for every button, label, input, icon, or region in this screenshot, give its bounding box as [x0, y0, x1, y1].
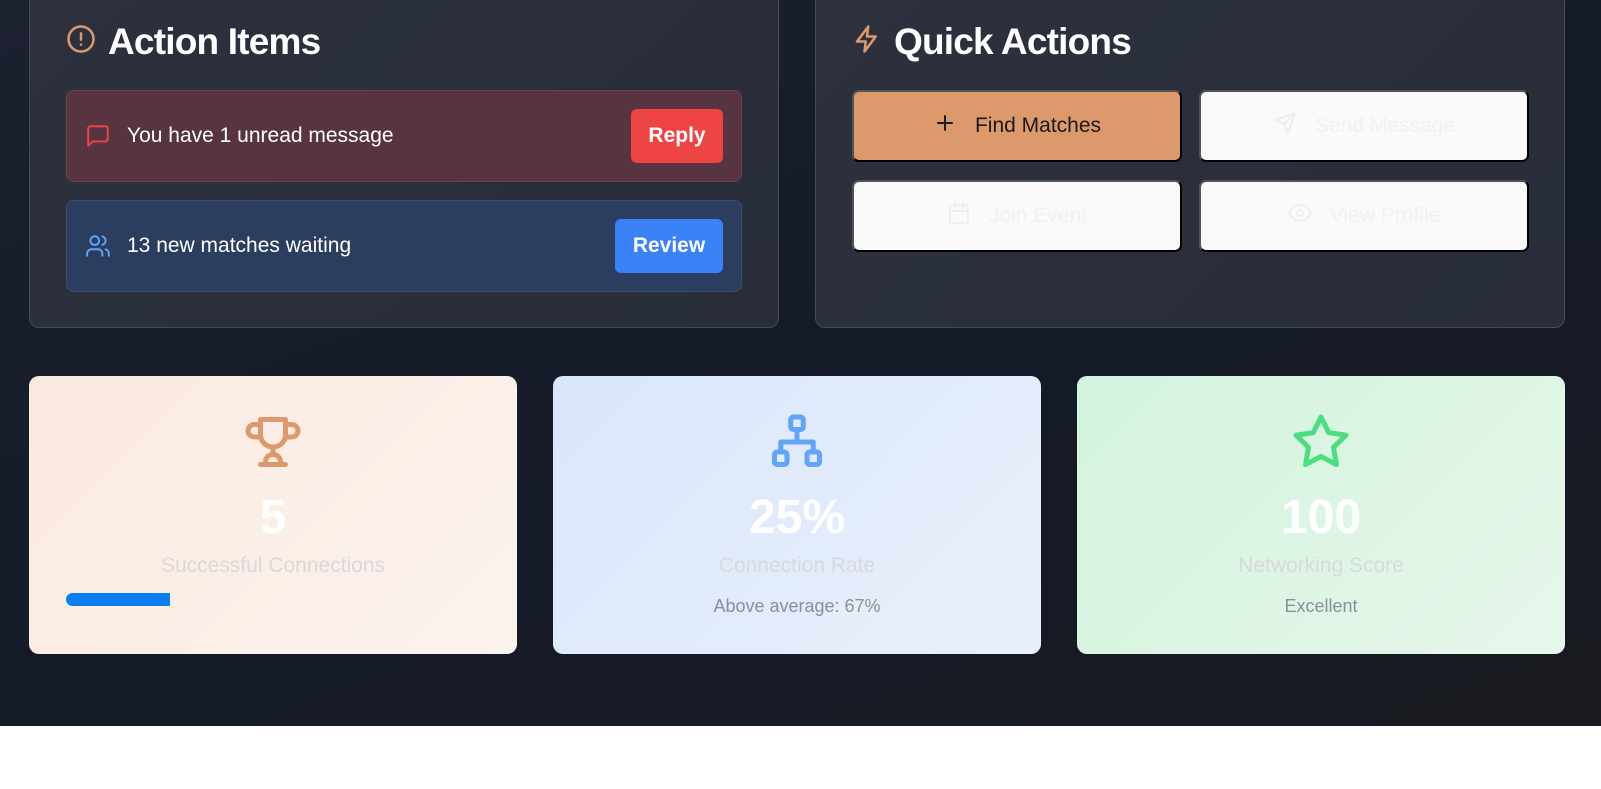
progress-fill	[66, 593, 170, 606]
stat-label: Networking Score	[1238, 554, 1404, 577]
reply-button[interactable]: Reply	[631, 109, 723, 163]
stat-label: Successful Connections	[160, 554, 386, 577]
alert-text: You have 1 unread message	[127, 124, 394, 147]
eye-icon	[1287, 201, 1312, 231]
view-profile-label: View Profile	[1329, 204, 1441, 227]
send-message-label: Send Message	[1314, 114, 1456, 137]
action-items-title-text: Action Items	[108, 21, 321, 62]
alert-circle-icon	[66, 21, 96, 63]
send-icon	[1273, 111, 1297, 141]
dashboard-background: Action Items You have 1 unread message R…	[0, 0, 1601, 726]
find-matches-button[interactable]: Find Matches	[852, 90, 1182, 162]
networking-score-card: 100 Networking Score Excellent	[1077, 376, 1565, 654]
message-icon	[85, 123, 111, 149]
plus-icon	[933, 111, 957, 141]
connections-progress-bar	[66, 593, 480, 606]
alert-text: 13 new matches waiting	[127, 234, 352, 257]
unread-message-alert: You have 1 unread message Reply	[66, 90, 742, 182]
calendar-icon	[947, 201, 971, 231]
trophy-icon	[29, 412, 517, 472]
quick-actions-title-text: Quick Actions	[894, 21, 1132, 62]
stat-subtext: Excellent	[1284, 596, 1358, 616]
review-button[interactable]: Review	[615, 219, 723, 273]
action-items-panel: Action Items You have 1 unread message R…	[29, 0, 779, 328]
quick-actions-panel: Quick Actions Find Matches Send Message	[815, 0, 1565, 328]
quick-actions-title: Quick Actions	[852, 21, 1132, 63]
stat-value: 100	[1280, 491, 1362, 544]
action-items-title: Action Items	[66, 21, 321, 63]
star-icon	[1077, 412, 1565, 472]
new-matches-alert: 13 new matches waiting Review	[66, 200, 742, 292]
successful-connections-card: 5 Successful Connections	[29, 376, 517, 654]
send-message-button[interactable]: Send Message	[1199, 90, 1529, 162]
stat-value: 25%	[748, 491, 846, 544]
users-icon	[85, 233, 111, 259]
find-matches-label: Find Matches	[974, 114, 1102, 137]
view-profile-button[interactable]: View Profile	[1199, 180, 1529, 252]
stat-value: 5	[259, 491, 287, 544]
join-event-label: Join Event	[988, 204, 1088, 227]
stat-label: Connection Rate	[718, 554, 876, 577]
stat-subtext: Above average: 67%	[713, 596, 881, 616]
network-icon	[553, 412, 1041, 472]
lightning-icon	[852, 21, 882, 63]
connection-rate-card: 25% Connection Rate Above average: 67%	[553, 376, 1041, 654]
join-event-button[interactable]: Join Event	[852, 180, 1182, 252]
